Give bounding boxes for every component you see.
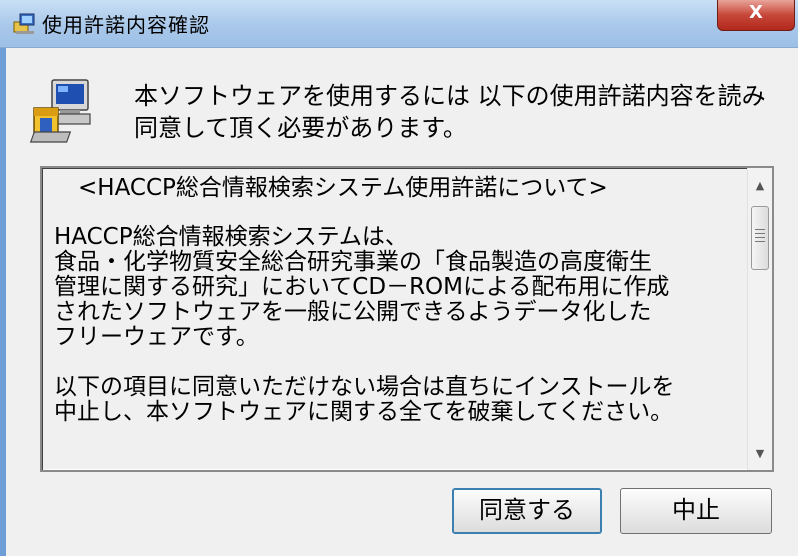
license-line: 食品・化学物質安全総合研究事業の「食品製造の高度衛生 (54, 249, 652, 275)
dialog-client-area: 本ソフトウェアを使用するには 以下の使用許諾内容を読み 同意して頂く必要がありま… (6, 48, 798, 556)
license-line: 中止し、本ソフトウェアに関する全てを破棄してください。 (54, 399, 674, 425)
license-line: フリーウェアです。 (54, 324, 259, 350)
close-button[interactable]: X (717, 0, 795, 31)
license-heading: <HACCP総合情報検索システム使用許諾について> (78, 175, 608, 201)
license-text-box[interactable]: <HACCP総合情報検索システム使用許諾について> HACCP総合情報検索システ… (40, 166, 774, 472)
license-line: 以下の項目に同意いただけない場合は直ちにインストールを (54, 374, 675, 400)
message-line: 本ソフトウェアを使用するには 以下の使用許諾内容を読み (134, 82, 766, 110)
license-line: 管理に関する研究」においてCD－ROMによる配布用に作成 (54, 274, 670, 300)
license-line: されたソフトウェアを一般に公開できるようデータ化した (54, 299, 652, 325)
grip-icon (755, 229, 765, 243)
computer-setup-icon (29, 78, 94, 148)
window-title: 使用許諾内容確認 (42, 13, 210, 37)
license-text-content: <HACCP総合情報検索システム使用許諾について> HACCP総合情報検索システ… (54, 176, 734, 425)
title-bar[interactable]: 使用許諾内容確認 X (0, 0, 798, 48)
instruction-message: 本ソフトウェアを使用するには 以下の使用許諾内容を読み 同意して頂く必要がありま… (134, 80, 774, 144)
scrollbar-thumb[interactable] (751, 206, 769, 270)
installer-icon (12, 12, 36, 36)
scroll-down-arrow-icon[interactable]: ▼ (748, 442, 772, 466)
agree-button[interactable]: 同意する (452, 488, 602, 534)
message-line: 同意して頂く必要があります。 (134, 114, 467, 142)
cancel-button[interactable]: 中止 (620, 488, 772, 534)
vertical-scrollbar[interactable]: ▲ ▼ (747, 168, 772, 470)
scroll-up-arrow-icon[interactable]: ▲ (748, 174, 772, 198)
license-line: HACCP総合情報検索システムは、 (54, 224, 408, 250)
